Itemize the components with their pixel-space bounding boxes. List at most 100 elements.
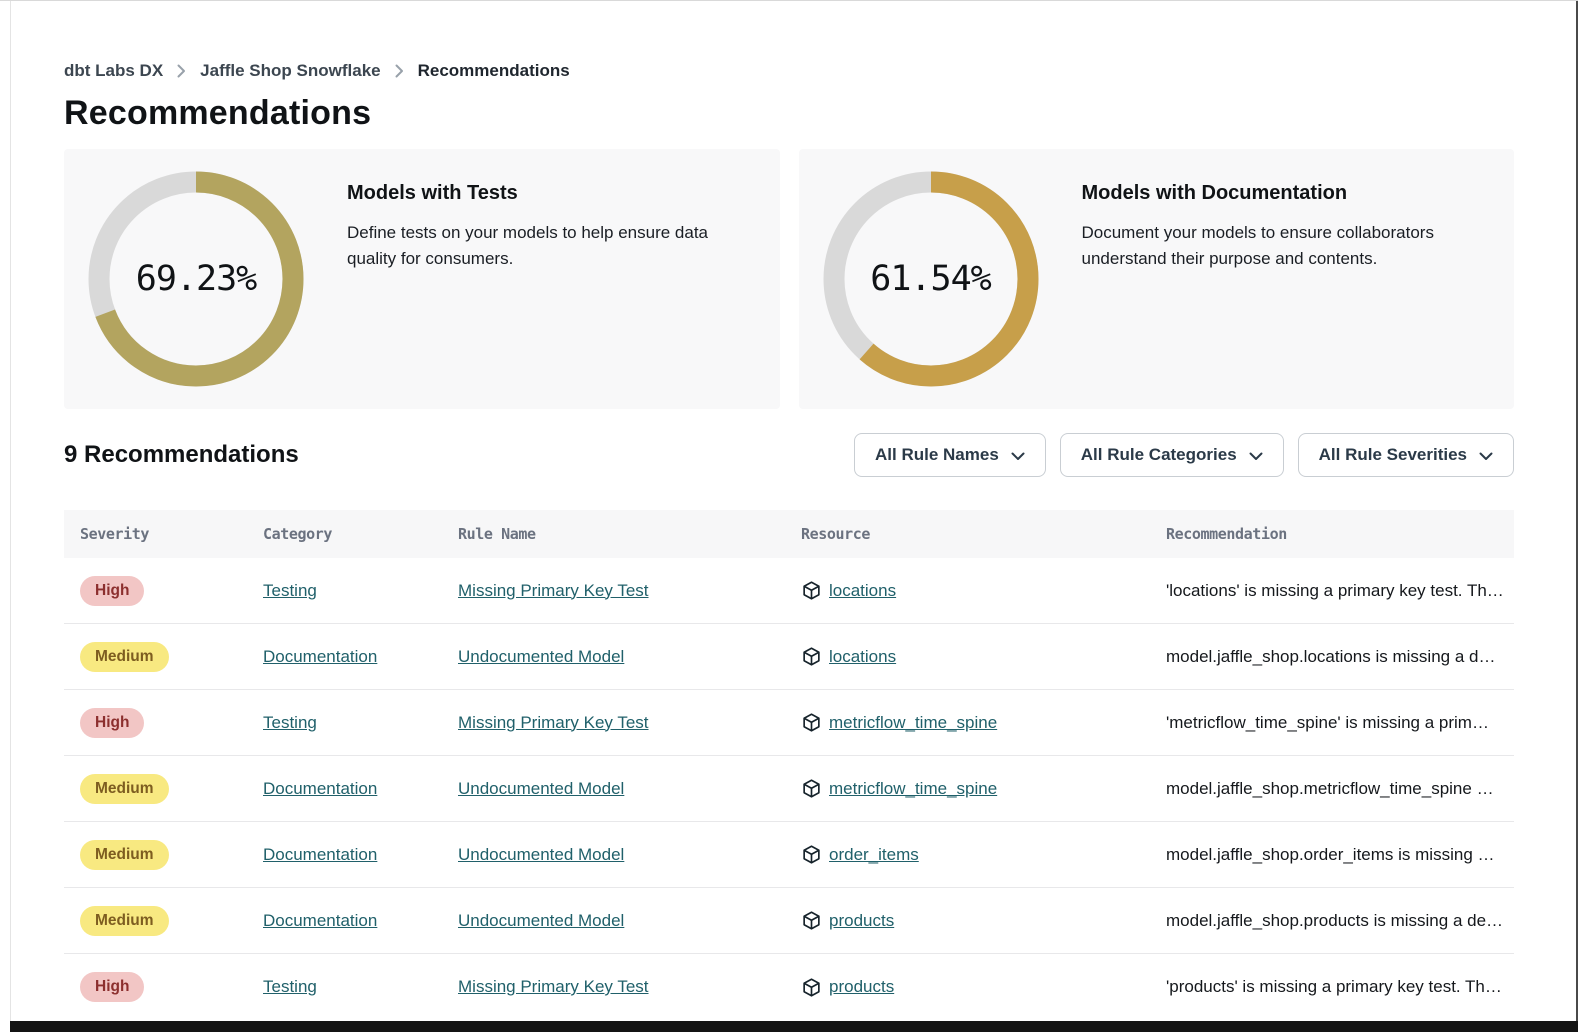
chevron-down-icon [1249,452,1263,461]
documentation-donut-chart: 61.54% [823,171,1039,387]
table-row: High Testing Missing Primary Key Test me… [64,690,1514,756]
severity-cell: Medium [64,774,263,804]
rule-name-link[interactable]: Undocumented Model [458,845,624,864]
category-link[interactable]: Documentation [263,647,377,666]
resource-link[interactable]: order_items [829,845,919,865]
table-header-row: Severity Category Rule Name Resource Rec… [64,510,1514,558]
rule-name-cell: Missing Primary Key Test [458,713,801,733]
recommendation-text: model.jaffle_shop.metricflow_time_spine … [1166,779,1514,799]
table-row: Medium Documentation Undocumented Model … [64,822,1514,888]
documentation-percent-value: 61.54% [823,171,1039,387]
resource-link[interactable]: products [829,911,894,931]
category-cell: Testing [263,713,458,733]
severity-cell: Medium [64,642,263,672]
recommendation-text: model.jaffle_shop.products is missing a … [1166,911,1514,931]
model-cube-icon [801,977,822,998]
category-link[interactable]: Documentation [263,911,377,930]
chevron-right-icon [177,64,186,78]
filter-label: All Rule Categories [1081,445,1237,465]
chevron-down-icon [1479,452,1493,461]
severity-badge: Medium [80,642,169,672]
resource-cell: products [801,977,1166,998]
model-cube-icon [801,580,822,601]
resource-link[interactable]: metricflow_time_spine [829,779,997,799]
breadcrumb-item-current: Recommendations [418,61,570,81]
stat-cards: 69.23% Models with Tests Define tests on… [64,149,1514,409]
card-models-with-tests: 69.23% Models with Tests Define tests on… [64,149,780,409]
category-cell: Documentation [263,911,458,931]
rule-name-link[interactable]: Missing Primary Key Test [458,977,649,996]
breadcrumb-item-project[interactable]: Jaffle Shop Snowflake [200,61,380,81]
tests-donut-chart: 69.23% [88,171,304,387]
col-header-recommendation: Recommendation [1166,525,1514,543]
filter-rule-severities-dropdown[interactable]: All Rule Severities [1298,433,1514,477]
category-link[interactable]: Testing [263,977,317,996]
model-cube-icon [801,778,822,799]
table-row: Medium Documentation Undocumented Model … [64,888,1514,954]
card-models-with-documentation: 61.54% Models with Documentation Documen… [799,149,1515,409]
category-link[interactable]: Documentation [263,845,377,864]
resource-cell: metricflow_time_spine [801,778,1166,799]
recommendation-text: model.jaffle_shop.locations is missing a… [1166,647,1514,667]
chevron-down-icon [1011,452,1025,461]
resource-link[interactable]: products [829,977,894,997]
severity-badge: Medium [80,906,169,936]
category-link[interactable]: Testing [263,581,317,600]
rule-name-cell: Undocumented Model [458,647,801,667]
table-row: Medium Documentation Undocumented Model … [64,756,1514,822]
resource-cell: locations [801,580,1166,601]
category-link[interactable]: Documentation [263,779,377,798]
resource-cell: locations [801,646,1166,667]
recommendation-text: 'locations' is missing a primary key tes… [1166,581,1514,601]
resource-cell: metricflow_time_spine [801,712,1166,733]
rule-name-cell: Missing Primary Key Test [458,581,801,601]
filter-buttons: All Rule Names All Rule Categories All R… [854,433,1514,477]
table-row: High Testing Missing Primary Key Test pr… [64,954,1514,1020]
rule-name-link[interactable]: Undocumented Model [458,911,624,930]
recommendations-table: Severity Category Rule Name Resource Rec… [64,510,1514,1020]
filter-rule-categories-dropdown[interactable]: All Rule Categories [1060,433,1284,477]
breadcrumb-item-org[interactable]: dbt Labs DX [64,61,163,81]
severity-badge: High [80,576,144,606]
resource-cell: products [801,910,1166,931]
model-cube-icon [801,844,822,865]
resource-link[interactable]: locations [829,647,896,667]
main-content: dbt Labs DX Jaffle Shop Snowflake Recomm… [64,61,1514,1020]
col-header-category: Category [263,525,458,543]
recommendation-text: 'products' is missing a primary key test… [1166,977,1514,997]
severity-badge: High [80,708,144,738]
severity-cell: Medium [64,906,263,936]
card-text: Models with Documentation Document your … [1082,171,1491,273]
card-title: Models with Documentation [1082,182,1491,205]
rule-name-cell: Undocumented Model [458,779,801,799]
rule-name-cell: Undocumented Model [458,845,801,865]
page-title: Recommendations [64,94,1514,133]
model-cube-icon [801,646,822,667]
category-cell: Documentation [263,779,458,799]
severity-cell: High [64,708,263,738]
category-link[interactable]: Testing [263,713,317,732]
col-header-severity: Severity [64,525,263,543]
resource-link[interactable]: metricflow_time_spine [829,713,997,733]
col-header-resource: Resource [801,525,1166,543]
filter-label: All Rule Names [875,445,999,465]
category-cell: Documentation [263,845,458,865]
rule-name-link[interactable]: Missing Primary Key Test [458,581,649,600]
severity-badge: Medium [80,774,169,804]
card-title: Models with Tests [347,182,756,205]
model-cube-icon [801,712,822,733]
sidebar-edge-line [10,1,11,1032]
card-description: Document your models to ensure collabora… [1082,220,1491,273]
bottom-cutoff-band [10,1021,1578,1032]
rule-name-link[interactable]: Missing Primary Key Test [458,713,649,732]
filter-label: All Rule Severities [1319,445,1467,465]
col-header-rule-name: Rule Name [458,525,801,543]
resource-link[interactable]: locations [829,581,896,601]
filter-rule-names-dropdown[interactable]: All Rule Names [854,433,1046,477]
severity-badge: Medium [80,840,169,870]
severity-cell: High [64,576,263,606]
rule-name-link[interactable]: Undocumented Model [458,779,624,798]
card-description: Define tests on your models to help ensu… [347,220,756,273]
table-row: High Testing Missing Primary Key Test lo… [64,558,1514,624]
rule-name-link[interactable]: Undocumented Model [458,647,624,666]
